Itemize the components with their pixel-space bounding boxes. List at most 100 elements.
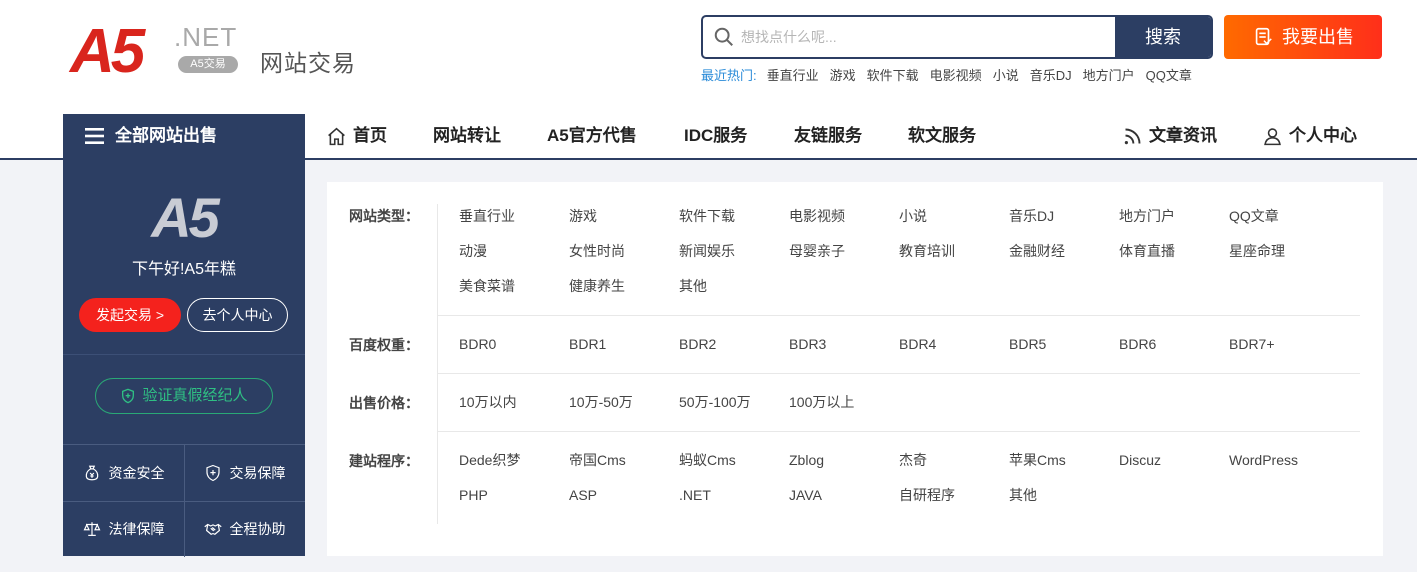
- filter-option[interactable]: 苹果Cms: [1009, 450, 1066, 470]
- filter-option[interactable]: .NET: [679, 485, 711, 505]
- filter-option[interactable]: 体育直播: [1119, 241, 1175, 261]
- logo-mark: A5: [70, 17, 145, 86]
- filter-option[interactable]: 健康养生: [569, 276, 625, 296]
- filter-option[interactable]: BDR1: [569, 334, 606, 354]
- shield-plus-icon: [205, 464, 220, 482]
- filter-option[interactable]: 10万-50万: [569, 392, 633, 412]
- filter-option[interactable]: 动漫: [459, 241, 487, 261]
- filter-option[interactable]: JAVA: [789, 485, 822, 505]
- nav-home-label: 首页: [353, 126, 387, 145]
- hot-item[interactable]: 小说: [993, 66, 1019, 86]
- nav-articles[interactable]: 文章资讯: [1122, 114, 1217, 158]
- sell-button-label: 我要出售: [1282, 27, 1354, 47]
- search-input[interactable]: [741, 17, 1113, 57]
- sidebar: A5 下午好!A5年糕 发起交易 > 去个人中心 验证真假经纪人 资金安全 交易…: [63, 160, 305, 557]
- main-nav: 全部网站出售 首页 网站转让 A5官方代售 IDC服务 友链服务 软文服务 文章…: [0, 114, 1417, 160]
- filter-option[interactable]: BDR6: [1119, 334, 1156, 354]
- scales-icon: [83, 522, 100, 536]
- filter-option[interactable]: 母婴亲子: [789, 241, 845, 261]
- start-trade-button[interactable]: 发起交易 >: [79, 298, 181, 332]
- filter-option[interactable]: 自研程序: [899, 485, 955, 505]
- filter-option[interactable]: 游戏: [569, 206, 597, 226]
- filter-option[interactable]: ASP: [569, 485, 597, 505]
- hot-label: 最近热门:: [701, 68, 757, 83]
- filter-option[interactable]: BDR5: [1009, 334, 1046, 354]
- feature-label: 全程协助: [229, 521, 286, 537]
- hot-item[interactable]: 垂直行业: [767, 66, 819, 86]
- feature-trade-guarantee: 交易保障: [184, 445, 305, 501]
- rss-icon: [1124, 128, 1141, 144]
- search-button[interactable]: 搜索: [1115, 17, 1211, 57]
- nav-articles-label: 文章资讯: [1149, 126, 1217, 145]
- filter-option[interactable]: BDR3: [789, 334, 826, 354]
- filter-option[interactable]: 星座命理: [1229, 241, 1285, 261]
- filter-option[interactable]: 100万以上: [789, 392, 854, 412]
- filter-option[interactable]: Zblog: [789, 450, 824, 470]
- filter-option[interactable]: 教育培训: [899, 241, 955, 261]
- filter-option[interactable]: Discuz: [1119, 450, 1161, 470]
- nav-a5-official[interactable]: A5官方代售: [547, 114, 637, 158]
- personal-center-button[interactable]: 去个人中心: [187, 298, 288, 332]
- nav-user-center[interactable]: 个人中心: [1262, 114, 1357, 158]
- filter-option[interactable]: Dede织梦: [459, 450, 520, 470]
- filter-option[interactable]: 小说: [899, 206, 927, 226]
- filter-label-baidu-weight: 百度权重：: [349, 337, 419, 353]
- feature-label: 资金安全: [108, 465, 165, 481]
- nav-site-transfer[interactable]: 网站转让: [433, 114, 501, 158]
- filter-option[interactable]: BDR0: [459, 334, 496, 354]
- hot-item[interactable]: 软件下载: [867, 66, 919, 86]
- filter-option[interactable]: 地方门户: [1119, 206, 1175, 226]
- filter-option[interactable]: 电影视频: [789, 206, 845, 226]
- hot-item[interactable]: 电影视频: [930, 66, 982, 86]
- filter-option[interactable]: 女性时尚: [569, 241, 625, 261]
- nav-home[interactable]: 首页: [326, 114, 387, 158]
- search-icon: [714, 27, 733, 46]
- all-sites-menu[interactable]: 全部网站出售: [63, 114, 305, 158]
- nav-idc[interactable]: IDC服务: [684, 114, 747, 158]
- filter-option[interactable]: BDR7+: [1229, 334, 1275, 354]
- row-divider: [437, 204, 438, 315]
- site-logo[interactable]: A5 .NET A5交易 网站交易: [70, 17, 370, 86]
- filter-option[interactable]: BDR4: [899, 334, 936, 354]
- filter-option[interactable]: PHP: [459, 485, 488, 505]
- row-separator: [437, 373, 1360, 374]
- hot-searches: 最近热门: 垂直行业 游戏 软件下载 电影视频 小说 音乐DJ 地方门户 QQ文…: [701, 66, 1203, 86]
- filter-option[interactable]: 10万以内: [459, 392, 517, 412]
- filter-option[interactable]: 垂直行业: [459, 206, 515, 226]
- filter-option[interactable]: 美食菜谱: [459, 276, 515, 296]
- filter-option[interactable]: 蚂蚁Cms: [679, 450, 736, 470]
- hot-item[interactable]: QQ文章: [1146, 66, 1192, 86]
- all-sites-label: 全部网站出售: [115, 126, 217, 145]
- hot-item[interactable]: 地方门户: [1083, 66, 1135, 86]
- filter-option[interactable]: 软件下载: [679, 206, 735, 226]
- row-divider: [437, 316, 438, 373]
- logo-badge: A5交易: [178, 56, 238, 73]
- filter-option[interactable]: WordPress: [1229, 450, 1298, 470]
- filter-option[interactable]: 杰奇: [899, 450, 927, 470]
- row-divider: [437, 374, 438, 431]
- verify-broker-button[interactable]: 验证真假经纪人: [95, 378, 273, 414]
- filter-option[interactable]: 帝国Cms: [569, 450, 626, 470]
- divider: [63, 354, 305, 355]
- filter-option[interactable]: 其他: [679, 276, 707, 296]
- hot-item[interactable]: 游戏: [830, 66, 856, 86]
- logo-net: .NET: [174, 22, 238, 52]
- filter-option[interactable]: 新闻娱乐: [679, 241, 735, 261]
- filter-option[interactable]: 金融财经: [1009, 241, 1065, 261]
- filter-option[interactable]: 50万-100万: [679, 392, 751, 412]
- filter-option[interactable]: BDR2: [679, 334, 716, 354]
- filter-option[interactable]: 其他: [1009, 485, 1037, 505]
- hot-item[interactable]: 音乐DJ: [1030, 66, 1072, 86]
- guarantee-grid: 资金安全 交易保障 法律保障 全程协助: [63, 444, 305, 557]
- filter-panel: 网站类型： 垂直行业 游戏 软件下载 电影视频 小说 音乐DJ 地方门户 QQ文…: [327, 182, 1383, 556]
- nav-user-label: 个人中心: [1289, 126, 1357, 145]
- document-icon: [1255, 27, 1272, 46]
- filter-option[interactable]: 音乐DJ: [1009, 206, 1054, 226]
- sell-button[interactable]: 我要出售: [1224, 15, 1382, 59]
- filter-option[interactable]: QQ文章: [1229, 206, 1279, 226]
- search-box: 搜索: [701, 15, 1213, 59]
- nav-softtext[interactable]: 软文服务: [908, 114, 976, 158]
- nav-links[interactable]: 友链服务: [794, 114, 862, 158]
- filter-label-price: 出售价格：: [349, 395, 419, 411]
- sidebar-logo: A5: [151, 186, 220, 249]
